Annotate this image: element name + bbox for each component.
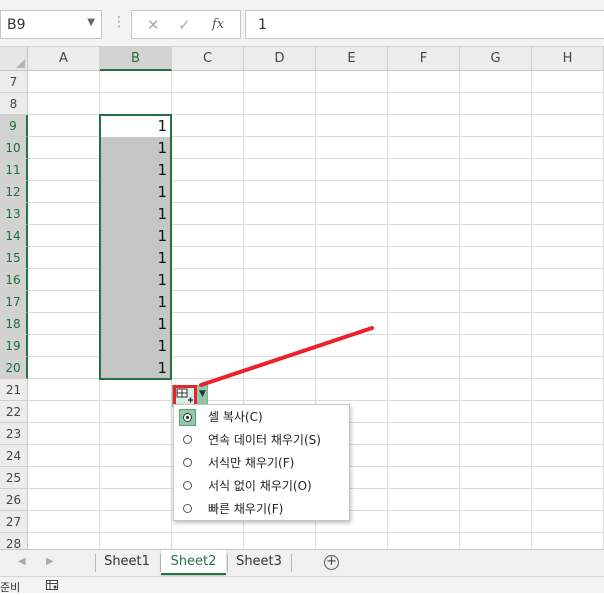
row-header-9[interactable]: 9: [0, 115, 28, 137]
menu-item-label: 빠른 채우기(F): [208, 502, 284, 516]
row-header-7[interactable]: 7: [0, 71, 28, 93]
column-header-a[interactable]: A: [28, 47, 100, 71]
cancel-icon[interactable]: ✕: [147, 16, 160, 34]
macro-record-icon[interactable]: [46, 580, 58, 590]
row-header-8[interactable]: 8: [0, 93, 28, 115]
autofill-options-menu: 셀 복사(C) 연속 데이터 채우기(S) 서식만 채우기(F) 서식 없이 채…: [173, 404, 350, 521]
column-header-e[interactable]: E: [316, 47, 388, 71]
menu-item-copy-cells[interactable]: 셀 복사(C): [174, 406, 349, 429]
insert-function-icon[interactable]: fx: [212, 17, 224, 32]
menu-item-label: 셀 복사(C): [208, 410, 263, 424]
gridline: [531, 71, 532, 549]
formula-input[interactable]: 1: [245, 10, 604, 39]
row-header-22[interactable]: 22: [0, 401, 28, 423]
enter-check-icon[interactable]: ✓: [178, 16, 191, 34]
gridline: [28, 92, 604, 93]
radio-selected-icon: [179, 409, 196, 426]
menu-item-label: 서식 없이 채우기(O): [208, 479, 312, 493]
gridline: [28, 400, 604, 401]
row-header-26[interactable]: 26: [0, 489, 28, 511]
menu-item-label: 서식만 채우기(F): [208, 456, 295, 470]
radio-icon: [183, 435, 192, 444]
column-header-h[interactable]: H: [532, 47, 604, 71]
row-header-28[interactable]: 28: [0, 533, 28, 549]
selection-border: [99, 114, 172, 380]
tab-divider: [291, 554, 292, 572]
row-header-12[interactable]: 12: [0, 181, 28, 203]
status-bar: 준비: [0, 576, 604, 594]
formula-value: 1: [258, 17, 267, 33]
row-header-11[interactable]: 11: [0, 159, 28, 181]
menu-item-fill-without-formatting[interactable]: 서식 없이 채우기(O): [174, 475, 349, 498]
formula-bar: B9 ▼ ⋮ ✕ ✓ fx 1: [0, 0, 604, 47]
status-text: 준비: [0, 581, 21, 594]
row-header-24[interactable]: 24: [0, 445, 28, 467]
radio-dot-icon: [183, 413, 192, 422]
add-sheet-button[interactable]: +: [324, 555, 339, 570]
select-all-button[interactable]: [0, 47, 28, 71]
row-headers: 7 8 9 10 11 12 13 14 15 16 17 18 19 20 2…: [0, 71, 28, 549]
row-header-14[interactable]: 14: [0, 225, 28, 247]
column-header-f[interactable]: F: [388, 47, 460, 71]
select-all-icon: [16, 59, 25, 68]
radio-icon: [183, 458, 192, 467]
row-header-21[interactable]: 21: [0, 379, 28, 401]
sheet-tab-bar: ◀ ▶ Sheet1 Sheet2 Sheet3 +: [0, 549, 604, 577]
row-header-25[interactable]: 25: [0, 467, 28, 489]
menu-item-fill-formatting-only[interactable]: 서식만 채우기(F): [174, 452, 349, 475]
column-header-b[interactable]: B: [100, 47, 172, 71]
row-header-13[interactable]: 13: [0, 203, 28, 225]
column-header-c[interactable]: C: [172, 47, 244, 71]
row-header-27[interactable]: 27: [0, 511, 28, 533]
formula-bar-buttons: ✕ ✓ fx: [131, 10, 241, 39]
row-header-20[interactable]: 20: [0, 357, 28, 379]
row-header-17[interactable]: 17: [0, 291, 28, 313]
gridline: [28, 532, 604, 533]
row-header-19[interactable]: 19: [0, 335, 28, 357]
row-header-23[interactable]: 23: [0, 423, 28, 445]
gridline: [387, 71, 388, 549]
row-header-15[interactable]: 15: [0, 247, 28, 269]
chevron-down-icon[interactable]: ▼: [87, 17, 95, 28]
column-headers: A B C D E F G H: [28, 47, 604, 71]
radio-icon: [183, 504, 192, 513]
tab-sheet2[interactable]: Sheet2: [161, 550, 226, 575]
name-box[interactable]: B9 ▼: [0, 10, 102, 39]
chevron-left-icon[interactable]: ◀: [18, 556, 26, 567]
row-header-18[interactable]: 18: [0, 313, 28, 335]
row-header-16[interactable]: 16: [0, 269, 28, 291]
column-header-d[interactable]: D: [244, 47, 316, 71]
name-box-value: B9: [7, 17, 26, 33]
tab-sheet1[interactable]: Sheet1: [96, 550, 158, 575]
chevron-down-icon[interactable]: ▼: [199, 389, 206, 399]
autofill-options-icon: [176, 388, 193, 403]
tab-sheet3[interactable]: Sheet3: [228, 550, 290, 575]
column-header-g[interactable]: G: [460, 47, 532, 71]
menu-item-fill-series[interactable]: 연속 데이터 채우기(S): [174, 429, 349, 452]
menu-item-label: 연속 데이터 채우기(S): [208, 433, 321, 447]
formula-bar-grip-icon: ⋮: [112, 14, 126, 30]
row-header-10[interactable]: 10: [0, 137, 28, 159]
menu-item-flash-fill[interactable]: 빠른 채우기(F): [174, 498, 349, 521]
gridline: [459, 71, 460, 549]
radio-icon: [183, 481, 192, 490]
chevron-right-icon[interactable]: ▶: [46, 556, 54, 567]
